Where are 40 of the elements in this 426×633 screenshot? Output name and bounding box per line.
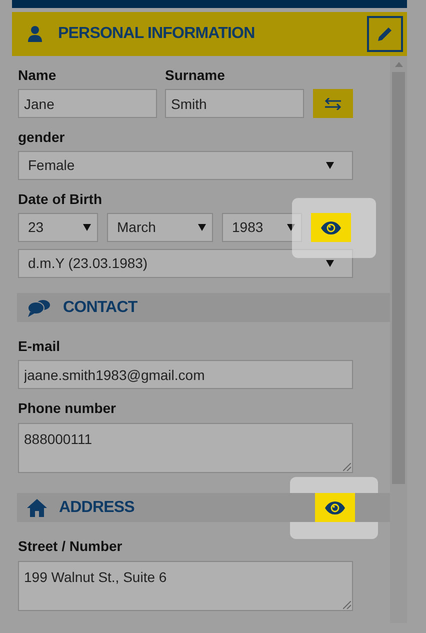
text-field[interactable]: Jane bbox=[18, 89, 157, 118]
section-title: ADDRESS bbox=[59, 498, 134, 518]
pencil-icon bbox=[377, 26, 393, 42]
dropdown-caret-icon bbox=[326, 162, 334, 169]
dropdown-caret-icon bbox=[83, 224, 91, 231]
swap-button[interactable] bbox=[313, 89, 353, 118]
eye-icon bbox=[324, 500, 346, 514]
visibility-button[interactable] bbox=[315, 493, 355, 522]
field-label: Street / Number bbox=[18, 537, 124, 555]
dropdown-caret-icon bbox=[198, 224, 206, 231]
dropdown-caret-icon bbox=[287, 224, 295, 231]
dropdown[interactable]: Female bbox=[18, 151, 353, 180]
person-icon bbox=[28, 26, 42, 42]
text-area[interactable]: 888000111 bbox=[18, 423, 353, 473]
eye-icon bbox=[320, 220, 342, 234]
chat-bubbles-icon bbox=[27, 298, 51, 316]
text-field[interactable]: jaane.smith1983@gmail.com bbox=[18, 360, 353, 389]
text-area[interactable]: 199 Walnut St., Suite 6 bbox=[18, 561, 353, 611]
text-field[interactable]: Smith bbox=[165, 89, 304, 118]
dropdown[interactable]: d.m.Y (23.03.1983) bbox=[18, 249, 353, 278]
swap-arrows-icon bbox=[324, 98, 342, 110]
field-label: E-mail bbox=[18, 337, 62, 355]
field-label: Surname bbox=[165, 66, 226, 84]
resize-handle-icon[interactable] bbox=[343, 601, 351, 609]
scroll-up-icon[interactable] bbox=[394, 62, 402, 67]
field-label: Date of Birth bbox=[18, 190, 103, 208]
visibility-button[interactable] bbox=[311, 213, 351, 242]
house-icon bbox=[27, 498, 47, 516]
dropdown[interactable]: 1983 bbox=[222, 213, 302, 242]
section-title: CONTACT bbox=[63, 298, 138, 318]
field-label: gender bbox=[18, 128, 66, 146]
dropdown[interactable]: March bbox=[107, 213, 213, 242]
panel-title: PERSONAL INFORMATION bbox=[58, 24, 255, 44]
edit-button[interactable] bbox=[367, 16, 403, 52]
dropdown-caret-icon bbox=[326, 260, 334, 267]
resize-handle-icon[interactable] bbox=[343, 463, 351, 471]
dropdown[interactable]: 23 bbox=[18, 213, 98, 242]
field-label: Name bbox=[18, 66, 58, 84]
field-label: Phone number bbox=[18, 399, 118, 417]
scrollbar[interactable] bbox=[390, 56, 407, 623]
